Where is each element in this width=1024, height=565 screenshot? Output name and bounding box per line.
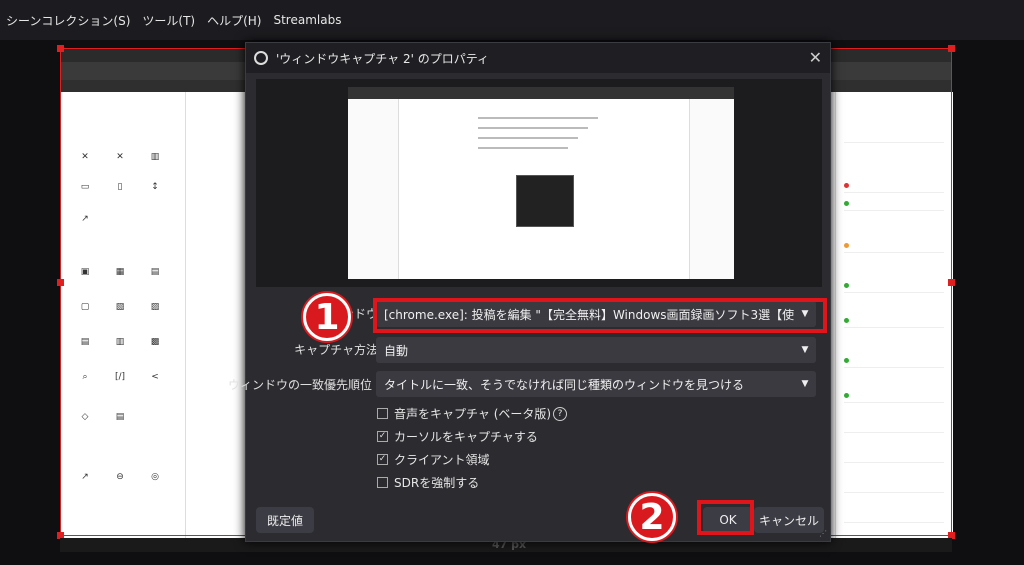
step-badge-2: 2: [628, 493, 676, 541]
resize-handle[interactable]: [948, 279, 955, 286]
sidebar-row: [844, 182, 944, 193]
block-tile: ▩: [150, 337, 160, 347]
resize-handle[interactable]: [948, 45, 955, 52]
block-tile: ⊖: [116, 472, 124, 482]
checkbox-box: ✓: [377, 454, 388, 465]
checkbox-label: カーソルをキャプチャする: [394, 430, 538, 444]
defaults-button[interactable]: 既定値: [256, 507, 314, 533]
chevron-down-icon: ▼: [794, 301, 816, 327]
chevron-down-icon: ▼: [794, 371, 816, 397]
block-tile: ▯: [117, 182, 123, 192]
menubar: シーンコレクション(S) ツール(T) ヘルプ(H) Streamlabs: [0, 0, 1024, 40]
checkbox-label: SDRを強制する: [394, 476, 480, 490]
checkbox-box: [377, 477, 388, 488]
checkbox-capture-audio[interactable]: 音声をキャプチャ (ベータ版) ?: [377, 405, 568, 422]
block-tile: ▤: [150, 267, 160, 277]
resize-handle[interactable]: [57, 45, 64, 52]
sidebar-row: [844, 422, 944, 433]
checkbox-force-sdr[interactable]: SDRを強制する: [377, 474, 479, 491]
block-tile: ✕: [116, 152, 124, 162]
capture-method-value: 自動: [384, 343, 409, 358]
block-tile: ▧: [115, 302, 125, 312]
ok-button[interactable]: OK: [703, 507, 753, 533]
capture-preview: [256, 79, 822, 287]
window-select-value: [chrome.exe]: 投稿を編集 "【完全無料】Windows画面録画ソフ…: [384, 307, 816, 322]
block-tile: ↗: [81, 472, 89, 482]
sidebar-row: [844, 200, 944, 211]
block-tile: ▥: [115, 337, 125, 347]
window-select[interactable]: [chrome.exe]: 投稿を編集 "【完全無料】Windows画面録画ソフ…: [376, 301, 816, 327]
menu-tools[interactable]: ツール(T): [136, 12, 201, 29]
block-tile: ▣: [80, 267, 90, 277]
priority-value: タイトルに一致、そうでなければ同じ種類のウィンドウを見つける: [384, 377, 745, 392]
menu-streamlabs[interactable]: Streamlabs: [267, 13, 347, 27]
menu-help[interactable]: ヘルプ(H): [201, 12, 267, 29]
block-tile: ▭: [80, 182, 90, 192]
block-tile: ▦: [115, 267, 125, 277]
block-tile: ↕: [151, 182, 159, 192]
sidebar-row: [844, 282, 944, 293]
block-tile: ▨: [150, 302, 160, 312]
dialog-titlebar: 'ウィンドウキャプチャ 2' のプロパティ: [246, 43, 830, 73]
block-inserter-panel: ✕ ✕ ▥ ▭ ▯ ↕ ↗ ▣ ▦ ▤ ▢ ▧ ▨ ▤ ▥ ▩ ⌕ [/] < …: [60, 92, 186, 538]
block-tile: ▥: [150, 152, 160, 162]
chevron-down-icon: ▼: [794, 337, 816, 363]
sidebar-row: [844, 317, 944, 328]
block-tile: ▤: [80, 337, 90, 347]
help-icon[interactable]: ?: [553, 406, 568, 421]
capture-preview-image: [348, 87, 734, 279]
sidebar-row: [844, 392, 944, 403]
checkbox-client-area[interactable]: ✓ クライアント領域: [377, 451, 490, 468]
sidebar-row: [844, 242, 944, 253]
block-tile: <: [151, 372, 159, 382]
checkbox-label: 音声をキャプチャ (ベータ版): [394, 407, 552, 421]
resize-grip-icon[interactable]: ⋰: [819, 529, 827, 538]
sidebar-row: [844, 132, 944, 143]
seo-sidebar-panel: [835, 92, 953, 538]
resize-handle[interactable]: [57, 279, 64, 286]
menu-scene-collection[interactable]: シーンコレクション(S): [0, 12, 136, 29]
properties-dialog: 'ウィンドウキャプチャ 2' のプロパティ ✕ ウィンドウ [chrome.ex…: [228, 42, 831, 542]
cancel-button[interactable]: キャンセル: [754, 507, 824, 533]
block-tile: ◇: [81, 412, 89, 422]
block-tile: ▤: [115, 412, 125, 422]
close-icon[interactable]: ✕: [809, 48, 822, 67]
block-tile: ✕: [81, 152, 89, 162]
step-badge-1: 1: [303, 293, 351, 341]
sidebar-row: [844, 357, 944, 368]
capture-method-label: キャプチャ方法: [294, 343, 378, 357]
priority-select[interactable]: タイトルに一致、そうでなければ同じ種類のウィンドウを見つける ▼: [376, 371, 816, 397]
sidebar-row: [844, 482, 944, 493]
priority-label: ウィンドウの一致優先順位: [227, 378, 372, 392]
dialog-title: 'ウィンドウキャプチャ 2' のプロパティ: [276, 51, 490, 66]
checkbox-capture-cursor[interactable]: ✓ カーソルをキャプチャする: [377, 428, 538, 445]
checkbox-box: ✓: [377, 431, 388, 442]
block-tile: ◎: [151, 472, 159, 482]
block-tile: ↗: [81, 214, 89, 224]
block-tile: ▢: [80, 302, 90, 312]
checkbox-box: [377, 408, 388, 419]
sidebar-row: [844, 452, 944, 463]
sidebar-row: [844, 512, 944, 523]
obs-logo-icon: [254, 51, 268, 65]
block-tile: ⌕: [82, 372, 88, 382]
block-tile: [/]: [114, 372, 126, 382]
checkbox-label: クライアント領域: [394, 453, 490, 467]
capture-method-select[interactable]: 自動 ▼: [376, 337, 816, 363]
